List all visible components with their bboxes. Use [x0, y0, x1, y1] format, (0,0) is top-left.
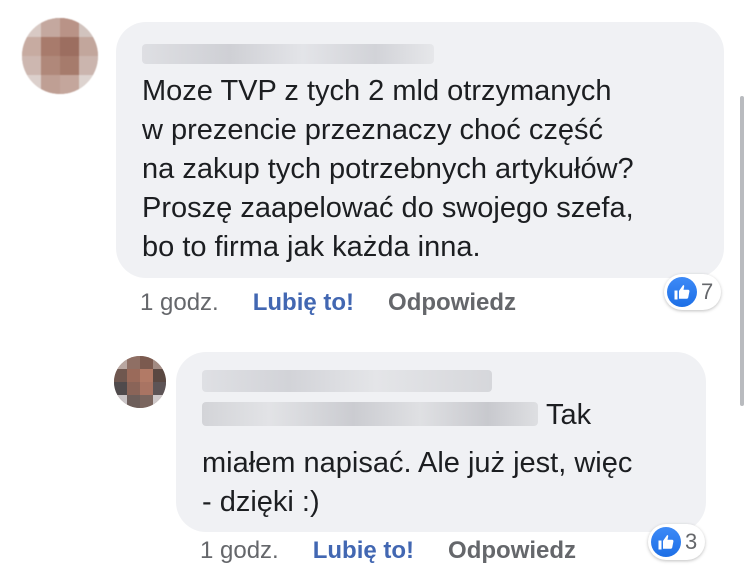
avatar-pixel — [114, 395, 127, 408]
avatar-pixel — [22, 37, 41, 56]
avatar-pixel — [114, 369, 127, 382]
avatar-pixel — [22, 18, 41, 37]
avatar-pixel — [127, 369, 140, 382]
avatar-pixel — [79, 56, 98, 75]
commenter-name-blurred[interactable] — [142, 44, 434, 64]
avatar-pixel — [153, 369, 166, 382]
comment-bubble: Moze TVP z tych 2 mld otrzymanych w prez… — [116, 22, 724, 278]
reply-avatar[interactable] — [114, 356, 166, 408]
avatar-pixel — [140, 369, 153, 382]
reply-text: miałem napisać. Ale już jest, więc - dzi… — [202, 447, 633, 518]
avatar-pixel — [60, 18, 79, 37]
avatar-pixel — [60, 75, 79, 94]
avatar-pixel — [127, 382, 140, 395]
comment-text: Moze TVP z tych 2 mld otrzymanych w prez… — [142, 75, 634, 263]
avatar-pixel — [127, 395, 140, 408]
reply-button[interactable]: Odpowiedz — [388, 289, 516, 317]
avatar-pixel — [60, 37, 79, 56]
avatar-pixel — [140, 356, 153, 369]
reaction-summary[interactable]: 7 — [664, 274, 722, 310]
reply-text-blurred — [202, 402, 538, 426]
reaction-summary[interactable]: 3 — [648, 524, 706, 560]
avatar-pixel — [153, 395, 166, 408]
reaction-count: 3 — [685, 529, 698, 554]
reaction-count: 7 — [701, 279, 714, 304]
avatar-pixel — [140, 395, 153, 408]
avatar-pixel — [41, 56, 60, 75]
thumbs-up-icon — [667, 277, 697, 307]
like-button[interactable]: Lubię to! — [253, 289, 354, 317]
avatar-pixel — [153, 382, 166, 395]
avatar-pixel — [127, 356, 140, 369]
reply-timestamp[interactable]: 1 godz. — [200, 537, 279, 565]
avatar-pixel — [22, 75, 41, 94]
avatar-pixel — [60, 56, 79, 75]
avatar-pixel — [41, 75, 60, 94]
comment-actions: 1 godz. Lubię to! Odpowiedz — [140, 288, 516, 318]
avatar-pixel — [41, 37, 60, 56]
avatar-pixel — [79, 18, 98, 37]
avatar-pixel — [114, 356, 127, 369]
avatar-pixel — [79, 37, 98, 56]
reply-bubble: Tak miałem napisać. Ale już jest, więc -… — [176, 352, 706, 532]
reply-text-first-line-tail: Tak — [546, 399, 592, 431]
reply-actions: 1 godz. Lubię to! Odpowiedz — [200, 536, 576, 566]
reply-author-name-blurred[interactable] — [202, 370, 492, 392]
avatar-pixel — [22, 56, 41, 75]
thumbs-up-icon — [651, 527, 681, 557]
avatar-pixel — [114, 382, 127, 395]
reply-button[interactable]: Odpowiedz — [448, 537, 576, 565]
like-button[interactable]: Lubię to! — [313, 537, 414, 565]
avatar-pixel — [79, 75, 98, 94]
avatar-pixel — [41, 18, 60, 37]
comment-timestamp[interactable]: 1 godz. — [140, 289, 219, 317]
scrollbar[interactable] — [740, 96, 744, 406]
commenter-avatar[interactable] — [22, 18, 98, 94]
avatar-pixel — [153, 356, 166, 369]
avatar-pixel — [140, 382, 153, 395]
